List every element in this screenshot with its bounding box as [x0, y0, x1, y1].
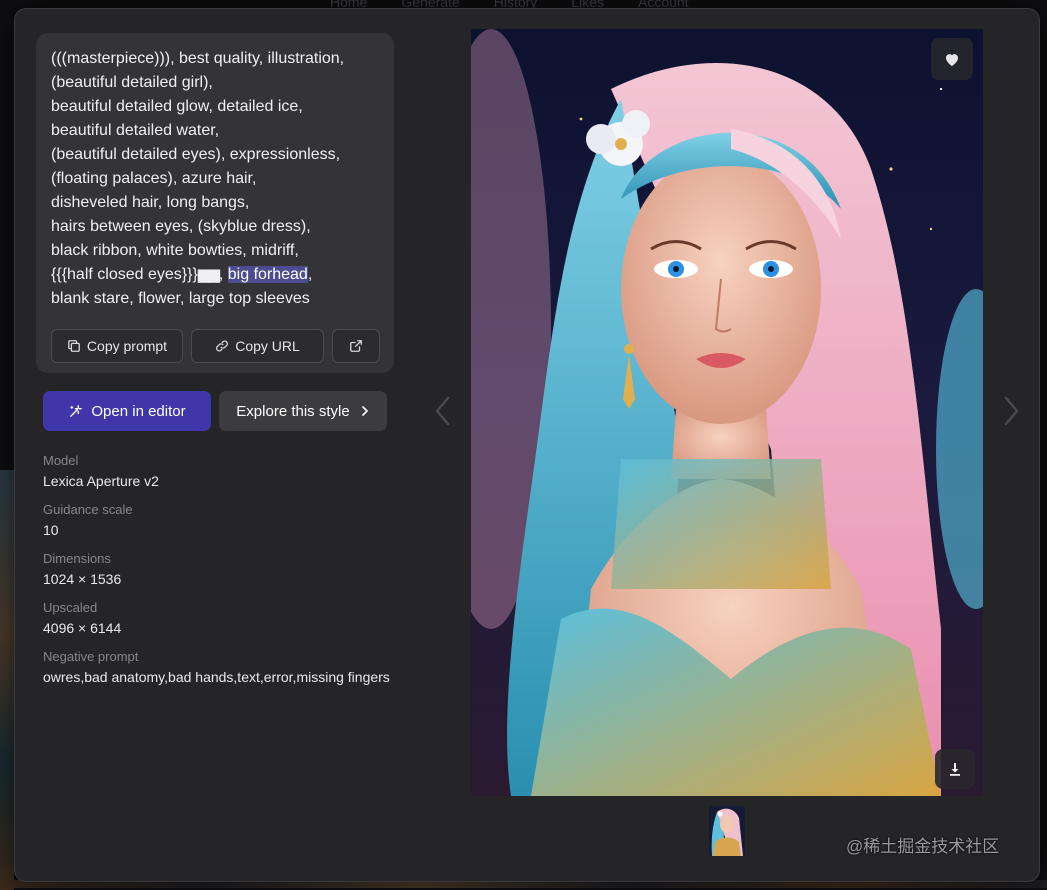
- chevron-right-icon[interactable]: [999, 394, 1023, 428]
- detail-upscaled: Upscaled 4096 × 6144: [43, 600, 443, 638]
- prompt-separator: ,: [307, 266, 313, 283]
- copy-icon: [68, 340, 80, 352]
- heart-icon: [946, 53, 958, 66]
- explore-style-button[interactable]: Explore this style: [219, 391, 387, 431]
- detail-label: Dimensions: [43, 551, 111, 566]
- prompt-line: disheveled hair, long bangs,: [51, 194, 250, 211]
- detail-dimensions: Dimensions 1024 × 1536: [43, 551, 443, 589]
- magic-wand-icon: [70, 404, 83, 417]
- detail-negative-prompt: Negative prompt owres,bad anatomy,bad ha…: [43, 649, 443, 687]
- prompt-separator: ,: [218, 266, 228, 283]
- prompt-text[interactable]: (((masterpiece))), best quality, illustr…: [51, 47, 381, 311]
- image-detail-modal: (((masterpiece))), best quality, illustr…: [14, 8, 1040, 882]
- prompt-line: blank stare, flower, large top sleeves: [51, 290, 310, 307]
- prompt-segment: {{{half closed eyes}}}: [51, 266, 198, 283]
- prompt-line: (beautiful detailed girl),: [51, 74, 213, 91]
- detail-label: Upscaled: [43, 600, 98, 615]
- detail-guidance-scale: Guidance scale 10: [43, 502, 443, 540]
- prompt-line: black ribbon, white bowties, midriff,: [51, 242, 299, 259]
- image-thumbnail-art: [709, 806, 745, 856]
- primary-actions: Open in editor Explore this style: [43, 391, 387, 431]
- prompt-line: (beautiful detailed eyes), expressionles…: [51, 146, 341, 163]
- generated-image[interactable]: [471, 29, 983, 796]
- prompt-line: hairs between eyes, (skyblue dress),: [51, 218, 311, 235]
- image-thumbnail[interactable]: [709, 806, 745, 856]
- prompt-line: (((masterpiece))), best quality, illustr…: [51, 50, 345, 67]
- open-external-button[interactable]: [332, 329, 380, 363]
- prompt-actions: Copy prompt Copy URL: [51, 329, 380, 363]
- external-link-icon: [350, 340, 362, 352]
- copy-url-label: Copy URL: [235, 338, 300, 354]
- watermark-text: @稀土掘金技术社区: [846, 837, 1000, 856]
- image-details: Model Lexica Aperture v2 Guidance scale …: [43, 453, 443, 698]
- detail-label: Guidance scale: [43, 502, 133, 517]
- prompt-line: (floating palaces), azure hair,: [51, 170, 257, 187]
- unknown-glyph: ▆▆: [197, 266, 220, 283]
- chevron-right-icon: [361, 406, 368, 416]
- generated-image-artwork: [471, 29, 983, 796]
- copy-prompt-label: Copy prompt: [86, 338, 168, 354]
- explore-style-label: Explore this style: [236, 402, 350, 420]
- prompt-line: {{{half closed eyes}}}▆▆, big forhead,: [51, 263, 381, 287]
- detail-value: 4096 × 6144: [43, 620, 122, 636]
- favorite-button[interactable]: [931, 38, 973, 80]
- detail-value: 10: [43, 522, 59, 538]
- prompt-card: (((masterpiece))), best quality, illustr…: [36, 33, 394, 373]
- link-icon: [216, 340, 229, 352]
- prompt-line: beautiful detailed water,: [51, 122, 220, 139]
- open-in-editor-label: Open in editor: [91, 402, 186, 420]
- download-button[interactable]: [935, 749, 975, 789]
- chevron-left-icon[interactable]: [431, 394, 455, 428]
- prompt-line: beautiful detailed glow, detailed ice,: [51, 98, 303, 115]
- detail-value: Lexica Aperture v2: [43, 473, 159, 489]
- detail-value: 1024 × 1536: [43, 571, 122, 587]
- detail-model: Model Lexica Aperture v2: [43, 453, 443, 491]
- detail-label: Negative prompt: [43, 649, 139, 664]
- selected-text-highlight: big forhead: [227, 266, 308, 283]
- copy-prompt-button[interactable]: Copy prompt: [51, 329, 183, 363]
- open-in-editor-button[interactable]: Open in editor: [43, 391, 211, 431]
- detail-value: owres,bad anatomy,bad hands,text,error,m…: [43, 669, 390, 685]
- copy-url-button[interactable]: Copy URL: [191, 329, 324, 363]
- background-image-strip-left: [0, 470, 14, 890]
- download-icon: [950, 763, 960, 776]
- detail-label: Model: [43, 453, 79, 468]
